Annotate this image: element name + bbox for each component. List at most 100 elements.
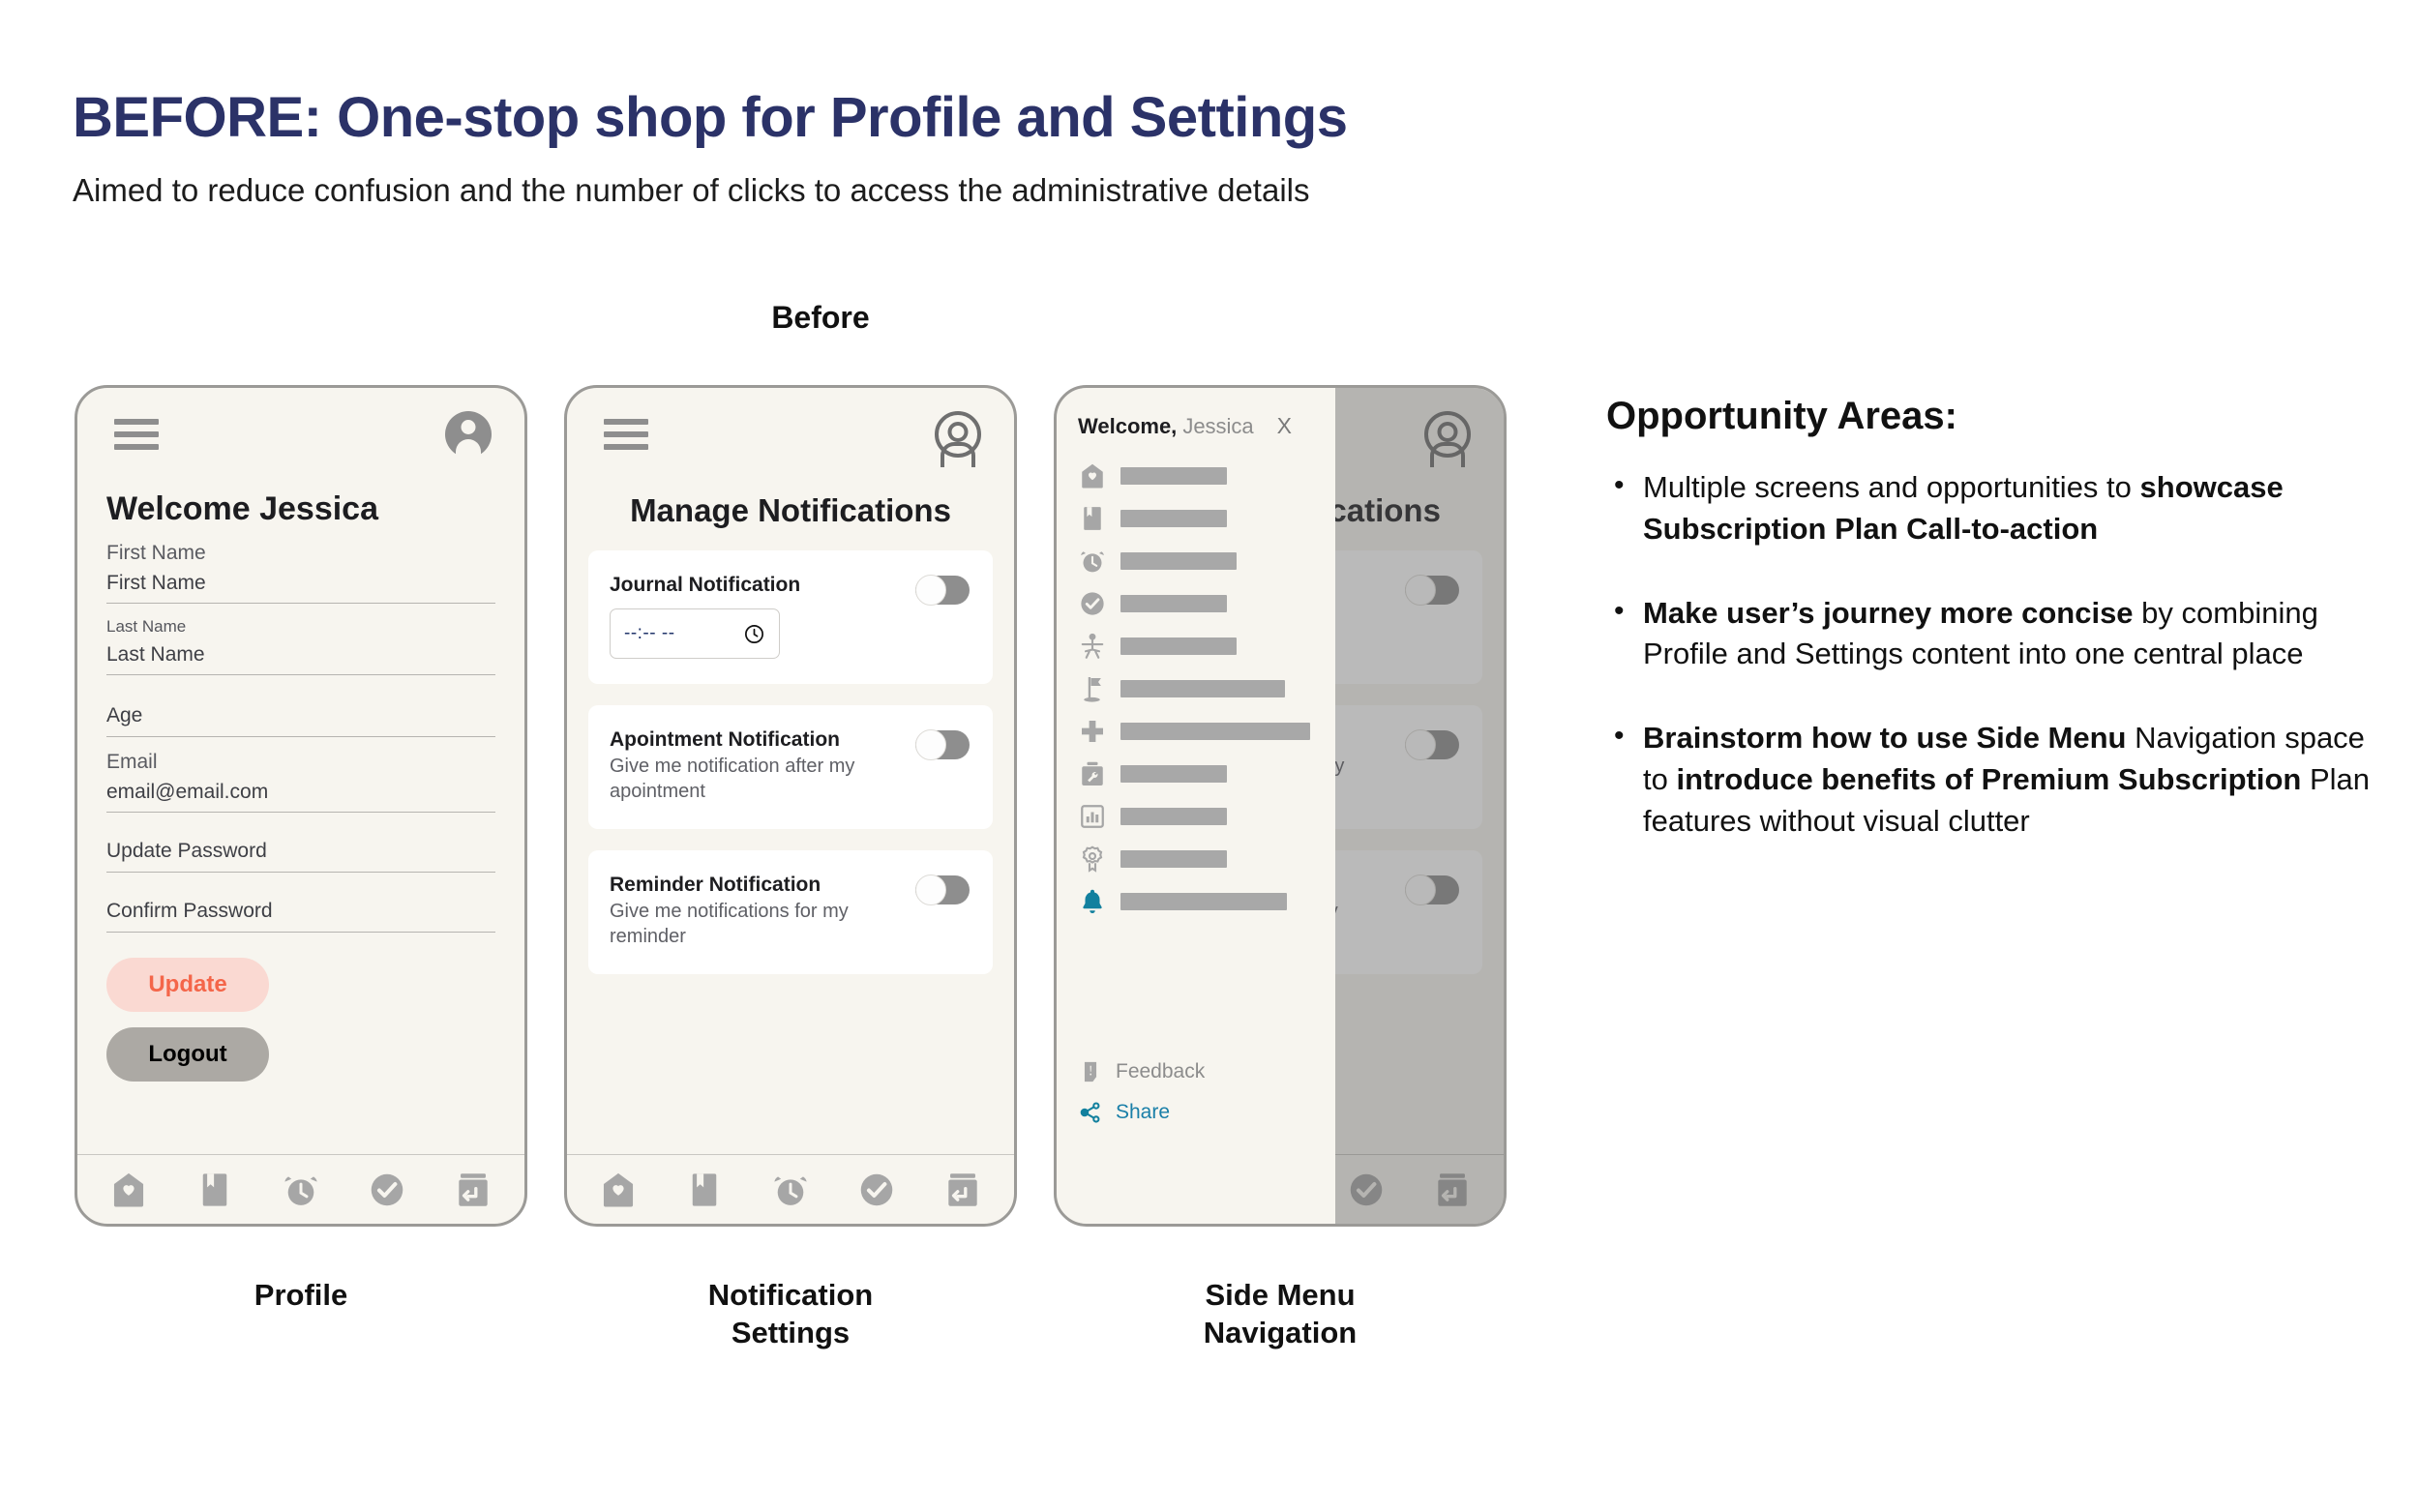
bar-chart-icon (1078, 802, 1107, 831)
email-input[interactable]: email@email.com (106, 774, 495, 813)
page-title: BEFORE: One-stop shop for Profile and Se… (73, 86, 1348, 149)
drawer-menu-list (1057, 455, 1335, 923)
profile-screen: Welcome Jessica First Name First Name La… (77, 388, 524, 1224)
home-heart-icon (1078, 461, 1107, 490)
flag-goal-icon (1078, 674, 1107, 703)
award-badge-icon (1078, 845, 1107, 874)
list-item[interactable] (1057, 540, 1335, 582)
menu-label-placeholder (1120, 765, 1227, 783)
profile-topbar (77, 388, 524, 477)
reminder-notification-toggle[interactable] (915, 875, 970, 906)
notification-desc: Give me notification after my apointment (610, 756, 855, 802)
bottom-nav-bar (567, 1154, 1014, 1224)
notification-card-reminder: Reminder Notification Give me notificati… (588, 850, 993, 975)
drawer-user-name: Jessica (1182, 413, 1254, 438)
notifications-screen: Manage Notifications Journal Notificatio… (567, 388, 1014, 1224)
list-item[interactable] (1057, 455, 1335, 497)
last-name-label: Last Name (106, 617, 187, 636)
list-item[interactable] (1057, 795, 1335, 838)
close-icon[interactable]: X (1277, 413, 1292, 439)
sidemenu-screen: Manage Notifications Journal Notificatio… (1057, 388, 1504, 1224)
home-heart-icon[interactable] (598, 1170, 639, 1210)
account-circle-icon[interactable] (445, 411, 492, 458)
last-name-input[interactable]: Last Name (106, 637, 495, 675)
list-item[interactable] (1057, 625, 1335, 667)
notification-card-appointment: Apointment Notification Give me notifica… (588, 705, 993, 830)
confirm-password-input[interactable]: Confirm Password (106, 886, 495, 933)
hamburger-icon[interactable] (604, 419, 648, 450)
last-name-field-group: Last Name Last Name (106, 604, 495, 675)
menu-label-placeholder (1120, 552, 1237, 570)
menu-label-placeholder (1120, 637, 1237, 655)
journal-time-value: --:-- -- (624, 623, 675, 643)
list-item[interactable] (1057, 582, 1335, 625)
menu-label-placeholder (1120, 510, 1227, 527)
list-item[interactable] (1057, 710, 1335, 753)
clock-icon[interactable] (743, 623, 765, 645)
alarm-clock-icon[interactable] (770, 1170, 811, 1210)
hamburger-icon[interactable] (114, 419, 159, 450)
list-item[interactable] (1057, 880, 1335, 923)
bullet-emphasis: Make user’s journey more concise (1643, 595, 2134, 630)
journal-notification-toggle[interactable] (915, 575, 970, 606)
list-item[interactable] (1057, 667, 1335, 710)
archive-export-icon[interactable] (453, 1170, 493, 1210)
page-subtitle: Aimed to reduce confusion and the number… (73, 172, 1310, 208)
update-password-group: Update Password (106, 826, 495, 873)
bookmark-journal-icon[interactable] (194, 1170, 235, 1210)
menu-label-placeholder (1120, 595, 1227, 612)
check-circle-icon[interactable] (856, 1170, 897, 1210)
first-name-label: First Name (106, 542, 206, 564)
phone-mockup-notifications: Manage Notifications Journal Notificatio… (564, 385, 1017, 1227)
bell-icon (1078, 887, 1107, 916)
caption-profile: Profile (254, 1278, 348, 1312)
bookmark-journal-icon[interactable] (684, 1170, 725, 1210)
before-section-label: Before (771, 300, 870, 335)
alarm-clock-icon[interactable] (281, 1170, 321, 1210)
share-item[interactable]: Share (1078, 1100, 1205, 1125)
list-item[interactable] (1057, 753, 1335, 795)
feedback-item[interactable]: Feedback (1078, 1059, 1205, 1084)
menu-label-placeholder (1120, 723, 1310, 740)
archive-export-icon[interactable] (942, 1170, 983, 1210)
update-password-input[interactable]: Update Password (106, 826, 495, 873)
caption-line: Settings (731, 1315, 851, 1349)
first-name-input[interactable]: First Name (106, 565, 495, 604)
age-field-group: Age (106, 691, 495, 737)
welcome-heading: Welcome Jessica (106, 490, 378, 527)
phone-mockup-profile: Welcome Jessica First Name First Name La… (75, 385, 527, 1227)
update-button[interactable]: Update (106, 958, 269, 1012)
menu-label-placeholder (1120, 850, 1227, 868)
notification-desc: Give me notifications for my reminder (610, 901, 849, 947)
phone-mockup-sidemenu: Manage Notifications Journal Notificatio… (1054, 385, 1507, 1227)
slide-root: BEFORE: One-stop shop for Profile and Se… (0, 0, 2419, 1512)
alarm-clock-icon (1078, 547, 1107, 576)
menu-label-placeholder (1120, 893, 1287, 910)
bullet-text: Multiple screens and opportunities to (1643, 470, 2140, 504)
journal-time-input[interactable]: --:-- -- (610, 608, 780, 659)
check-circle-icon[interactable] (367, 1170, 407, 1210)
drawer-header: Welcome, Jessica X (1057, 388, 1335, 439)
stretch-person-icon (1078, 632, 1107, 661)
caption-notification-settings: Notification Settings (564, 1277, 1017, 1352)
toolbox-icon (1078, 759, 1107, 788)
bullet-emphasis: introduce benefits of Premium Subscripti… (1676, 761, 2302, 796)
account-circle-icon[interactable] (935, 411, 981, 458)
confirm-password-group: Confirm Password (106, 886, 495, 933)
caption-side-menu-navigation: Side Menu Navigation (1054, 1277, 1507, 1352)
list-item[interactable] (1057, 838, 1335, 880)
opportunity-areas-heading: Opportunity Areas: (1606, 395, 1957, 437)
caption-line: Notification (707, 1278, 874, 1312)
home-heart-icon[interactable] (108, 1170, 149, 1210)
list-item[interactable] (1057, 497, 1335, 540)
bookmark-journal-icon (1078, 504, 1107, 533)
medical-plus-icon (1078, 717, 1107, 746)
bullet-emphasis: Brainstorm how to use Side Menu (1643, 721, 2127, 756)
appointment-notification-toggle[interactable] (915, 729, 970, 760)
menu-label-placeholder (1120, 808, 1227, 825)
side-menu-drawer: Welcome, Jessica X Feedback Share (1057, 388, 1335, 1224)
caption-line: Side Menu (1205, 1278, 1356, 1312)
opportunity-bullet-list: Multiple screens and opportunities to sh… (1606, 465, 2380, 842)
logout-button[interactable]: Logout (106, 1027, 269, 1082)
age-input[interactable]: Age (106, 691, 495, 737)
